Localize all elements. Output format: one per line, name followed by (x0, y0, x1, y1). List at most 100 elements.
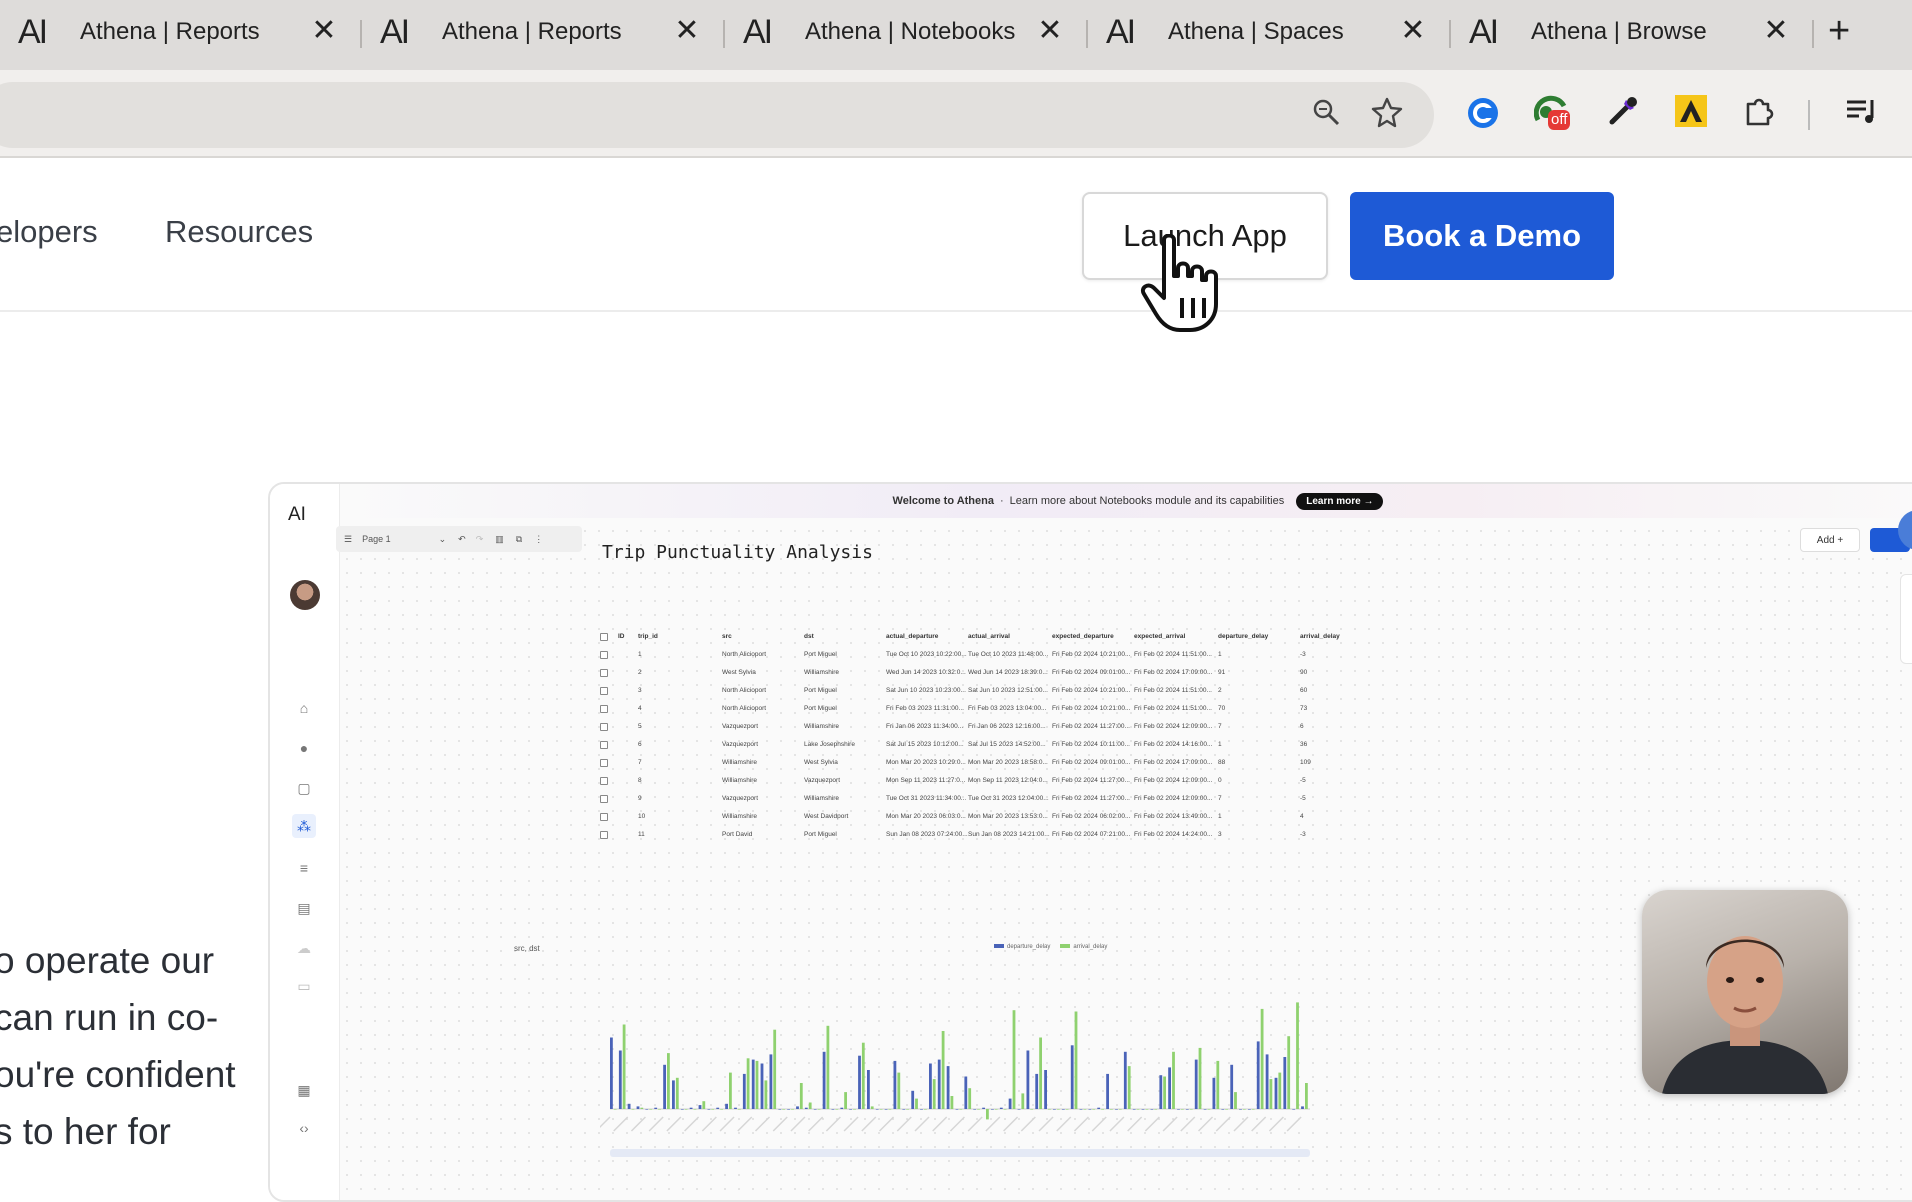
bar-departure_delay (716, 1107, 720, 1109)
row-checkbox[interactable] (600, 777, 608, 785)
bar-arrival_delay (817, 1109, 821, 1110)
table-cell: Fri Feb 02 2024 11:27:00... (1052, 723, 1130, 730)
column-header[interactable]: actual_departure (886, 633, 938, 640)
column-header[interactable]: src (722, 633, 732, 640)
clipboard-icon[interactable]: ▢ (292, 776, 316, 800)
trash-icon[interactable]: ▥ (495, 534, 504, 545)
x-tick-label (1144, 1116, 1160, 1132)
row-checkbox[interactable] (600, 813, 608, 821)
menu-icon[interactable]: ☰ (344, 534, 352, 545)
table-row[interactable]: 11 Port David Port Miguel Sun Jan 08 2023 0… (600, 826, 1520, 844)
folder-icon[interactable]: ▭ (292, 974, 316, 998)
add-button[interactable]: Add + (1800, 528, 1860, 552)
grid-icon[interactable]: ▦ (292, 1078, 316, 1102)
row-checkbox[interactable] (600, 651, 608, 659)
row-checkbox[interactable] (600, 795, 608, 803)
bar-arrival_delay (1039, 1037, 1042, 1109)
tab-title: Athena | Notebooks (805, 18, 1016, 45)
tab-close-icon[interactable]: ✕ (1033, 14, 1067, 48)
avatar[interactable] (290, 580, 320, 610)
tab-separator (360, 20, 362, 48)
select-all-checkbox[interactable] (600, 633, 608, 641)
zoom-icon[interactable] (1308, 94, 1344, 130)
tab-close-icon[interactable]: ✕ (670, 14, 704, 48)
tab-notebooks[interactable]: AI Athena | Notebooks (743, 0, 1073, 64)
bar-departure_delay (707, 1109, 711, 1110)
bar-departure_delay (1274, 1077, 1278, 1109)
column-header[interactable]: ID (618, 633, 625, 640)
column-header[interactable]: trip_id (638, 633, 658, 640)
bar-departure_delay (867, 1070, 870, 1109)
tab-close-icon[interactable]: ✕ (307, 14, 341, 48)
media-playlist-icon[interactable] (1842, 92, 1880, 130)
row-checkbox[interactable] (600, 705, 608, 713)
copy-icon[interactable]: ⧉ (516, 534, 522, 545)
extensions-puzzle-icon[interactable] (1740, 92, 1778, 130)
extension-refresh-icon[interactable] (1464, 94, 1502, 132)
redo-icon[interactable]: ↷ (476, 534, 484, 545)
bar-arrival_delay (1136, 1109, 1140, 1110)
new-tab-button[interactable]: + (1828, 12, 1850, 50)
eyedropper-icon[interactable] (1604, 92, 1642, 130)
bar-arrival_delay (613, 1109, 617, 1110)
extension-triangle-icon[interactable] (1672, 92, 1710, 130)
tab-reports-1[interactable]: AI Athena | Reports (18, 0, 348, 64)
row-checkbox[interactable] (600, 759, 608, 767)
chevron-down-icon[interactable]: ⌄ (439, 534, 447, 545)
x-tick-label (1286, 1116, 1302, 1132)
column-header[interactable]: dst (804, 633, 814, 640)
bar-arrival_delay (977, 1109, 980, 1110)
undo-icon[interactable]: ↶ (458, 534, 466, 545)
table-row[interactable]: 2 West Sylvia Williamshire Wed Jun 14 2023 … (600, 664, 1520, 682)
document-icon[interactable]: ▤ (292, 896, 316, 920)
nav-developers[interactable]: elopers (0, 214, 98, 250)
hero-text-line: o operate our (0, 940, 215, 981)
table-row[interactable]: 8 Williamshire Vazquezport Mon Sep 11 2023 … (600, 772, 1520, 790)
spaces-icon[interactable]: ⁂ (292, 814, 316, 838)
bar-arrival_delay (879, 1109, 883, 1110)
row-checkbox[interactable] (600, 669, 608, 677)
row-checkbox[interactable] (600, 723, 608, 731)
x-tick-label (1091, 1116, 1107, 1132)
nav-resources[interactable]: Resources (165, 214, 313, 250)
learn-more-button[interactable]: Learn more → (1296, 492, 1384, 510)
table-row[interactable]: 4 North Alicioport Port Miguel Fri Feb 03 2… (600, 700, 1520, 718)
row-checkbox[interactable] (600, 831, 608, 839)
home-icon[interactable]: ⌂ (292, 696, 316, 720)
tab-browse[interactable]: AI Athena | Browse (1469, 0, 1799, 64)
table-cell: 7 (638, 759, 642, 766)
table-row[interactable]: 3 North Alicioport Port Miguel Sat Jun 10 2… (600, 682, 1520, 700)
column-header[interactable]: expected_arrival (1134, 633, 1185, 640)
table-row[interactable]: 6 Vazquezport Lake Josephshire Sat Jul 15 2… (600, 736, 1520, 754)
page-select[interactable]: Page 1 (362, 534, 391, 544)
tab-spaces[interactable]: AI Athena | Spaces (1106, 0, 1436, 64)
row-checkbox[interactable] (600, 741, 608, 749)
book-demo-button[interactable]: Book a Demo (1350, 192, 1614, 280)
cloud-icon[interactable]: ☁ (292, 936, 316, 960)
extension-off-icon[interactable]: off (1534, 90, 1580, 136)
table-row[interactable]: 7 Williamshire West Sylvia Mon Mar 20 2023 … (600, 754, 1520, 772)
code-icon[interactable]: ‹› (292, 1116, 316, 1140)
more-icon[interactable]: ⋮ (534, 534, 543, 545)
bar-departure_delay (1053, 1109, 1056, 1110)
tab-close-icon[interactable]: ✕ (1759, 14, 1793, 48)
list-icon[interactable]: ≡ (292, 856, 316, 880)
column-header[interactable]: departure_delay (1218, 633, 1268, 640)
bookmark-star-icon[interactable] (1369, 94, 1405, 130)
bar-departure_delay (751, 1059, 755, 1109)
table-row[interactable]: 9 Vazquezport Williamshire Tue Oct 31 2023 … (600, 790, 1520, 808)
tab-close-icon[interactable]: ✕ (1396, 14, 1430, 48)
column-header[interactable]: arrival_delay (1300, 633, 1340, 640)
table-cell: 4 (1300, 813, 1304, 820)
table-row[interactable]: 10 Williamshire West Davidport Mon Mar 20 2… (600, 808, 1520, 826)
x-tick-label (1215, 1116, 1231, 1132)
chat-icon[interactable]: ● (292, 736, 316, 760)
address-bar[interactable] (0, 82, 1434, 148)
table-row[interactable]: 1 North Alicioport Port Miguel Tue Oct 10 2… (600, 646, 1520, 664)
x-tick-label (825, 1116, 841, 1132)
column-header[interactable]: actual_arrival (968, 633, 1010, 640)
row-checkbox[interactable] (600, 687, 608, 695)
table-row[interactable]: 5 Vazquezport Williamshire Fri Jan 06 2023 … (600, 718, 1520, 736)
column-header[interactable]: expected_departure (1052, 633, 1114, 640)
tab-reports-2[interactable]: AI Athena | Reports (380, 0, 710, 64)
